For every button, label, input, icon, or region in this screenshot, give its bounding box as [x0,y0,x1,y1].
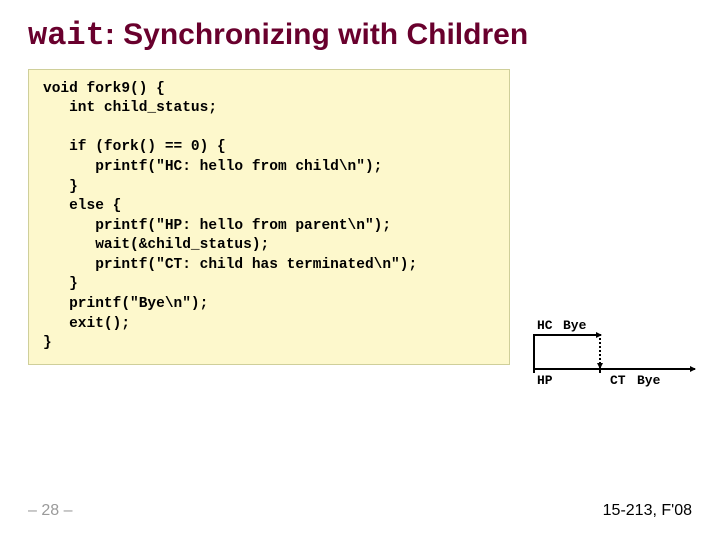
diagram-tick-2 [599,363,601,373]
diagram-child-line [533,334,601,336]
diagram-label-bye-bot: Bye [637,373,660,388]
course-label: 15-213, F'08 [603,502,692,520]
process-diagram: HC Bye HP CT Bye [525,310,705,390]
title-rest: : Synchronizing with Children [105,18,528,51]
diagram-label-hc: HC [537,318,553,333]
slide-number: – 28 – [28,502,72,520]
diagram-label-bye-top: Bye [563,318,586,333]
diagram-label-hp: HP [537,373,553,388]
diagram-tick-1 [533,363,535,373]
code-block: void fork9() { int child_status; if (for… [28,69,510,365]
diagram-label-ct: CT [610,373,626,388]
slide-container: wait: Synchronizing with Children void f… [0,0,720,540]
diagram-parent-line [533,368,695,370]
title-code-word: wait [28,17,105,54]
slide-title: wait: Synchronizing with Children [28,18,692,55]
